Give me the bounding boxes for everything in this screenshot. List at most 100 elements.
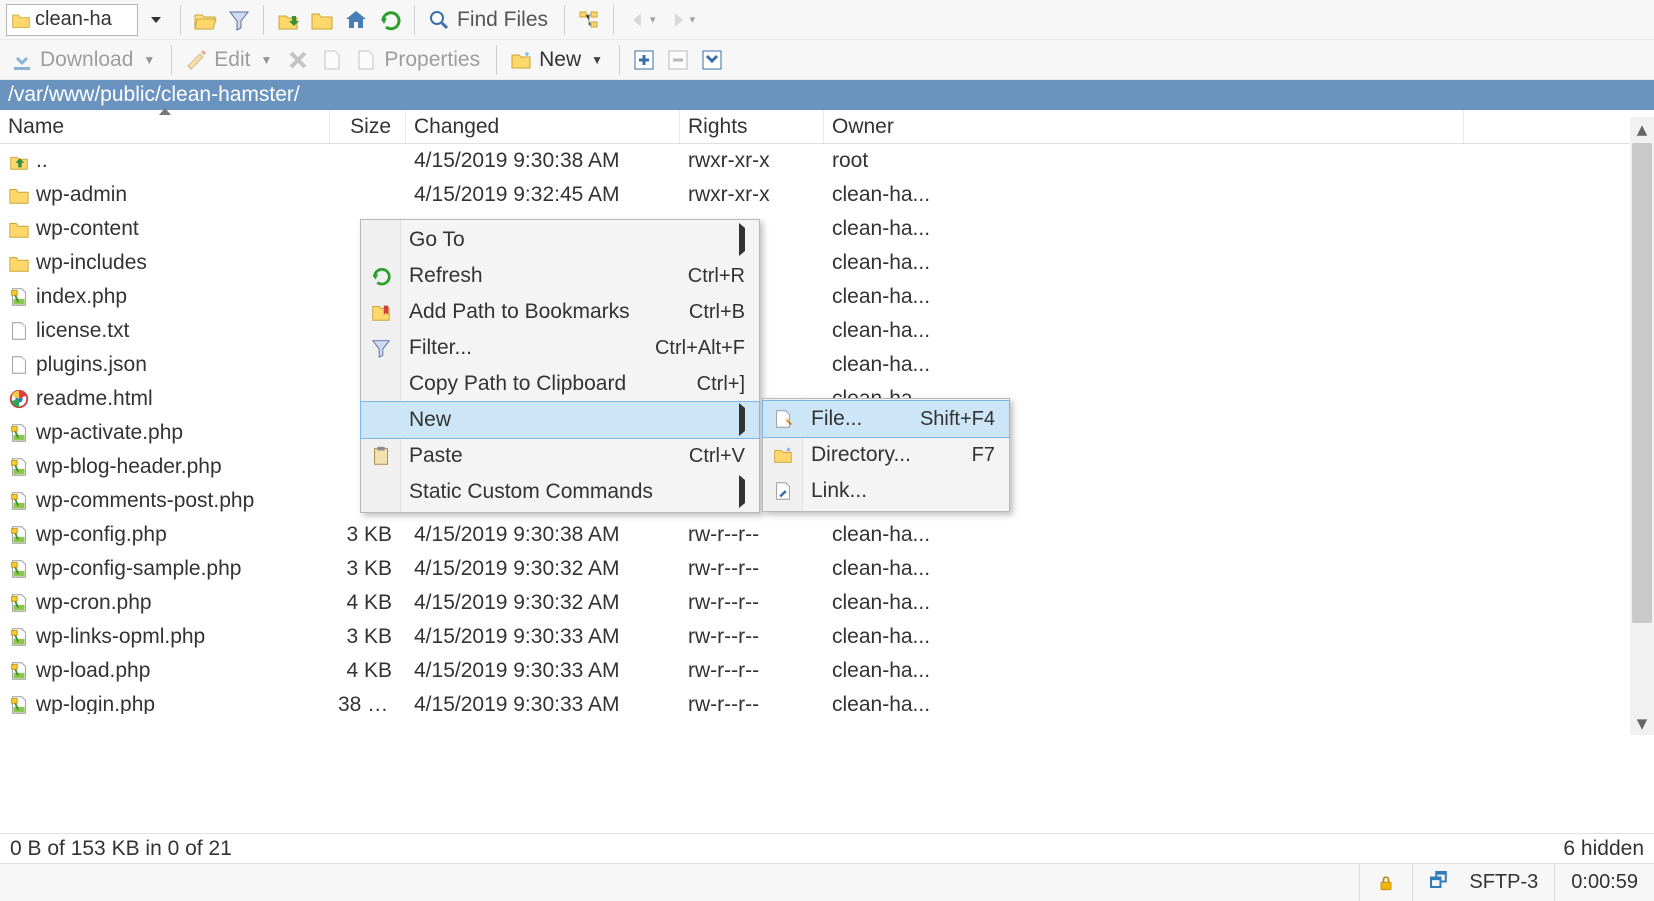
table-row[interactable]: wp-login.php38 KB4/15/2019 9:30:33 AMrw-… [0, 688, 1654, 714]
file-type-icon [8, 660, 30, 682]
hidden-status: 6 hidden [1563, 837, 1644, 861]
file-type-icon [8, 354, 30, 376]
col-size[interactable]: Size [330, 110, 406, 143]
file-owner: clean-ha... [824, 183, 1464, 207]
file-type-icon [8, 456, 30, 478]
table-row[interactable]: wp-admin4/15/2019 9:32:45 AMrwxr-xr-xcle… [0, 178, 1654, 212]
sync-browse-button[interactable] [573, 4, 605, 36]
properties-icon [354, 48, 378, 72]
file-rights: rw-r--r-- [680, 523, 824, 547]
rename-button[interactable] [316, 44, 348, 76]
col-rights[interactable]: Rights [680, 110, 824, 143]
home-icon [344, 8, 368, 32]
menu-item-filter[interactable]: Filter...Ctrl+Alt+F [361, 330, 759, 366]
scroll-up-icon[interactable]: ▴ [1630, 117, 1654, 141]
file-rights: rw-r--r-- [680, 625, 824, 649]
col-owner[interactable]: Owner [824, 110, 1464, 143]
properties-button[interactable]: Properties [350, 44, 488, 76]
menu-item-refresh[interactable]: RefreshCtrl+R [361, 258, 759, 294]
col-changed[interactable]: Changed [406, 110, 680, 143]
table-row[interactable]: plugins.jsonclean-ha... [0, 348, 1654, 382]
menu-item-link[interactable]: Link... [763, 473, 1009, 509]
file-owner: clean-ha... [824, 217, 1464, 241]
scroll-down-icon[interactable]: ▾ [1630, 711, 1654, 735]
menu-item-file[interactable]: File...Shift+F4 [763, 401, 1009, 437]
root-dir-button[interactable] [306, 4, 338, 36]
filter-button[interactable] [223, 4, 255, 36]
table-row[interactable]: wp-links-opml.php3 KB4/15/2019 9:30:33 A… [0, 620, 1654, 654]
menu-item-add-path-to-bookmarks[interactable]: Add Path to BookmarksCtrl+B [361, 294, 759, 330]
refresh-button[interactable] [374, 4, 406, 36]
table-row[interactable]: wp-config.php3 KB4/15/2019 9:30:38 AMrw-… [0, 518, 1654, 552]
menu-item-go-to[interactable]: Go To [361, 222, 759, 258]
parent-dir-button[interactable] [272, 4, 304, 36]
filter-icon [370, 337, 392, 359]
nav-forward-button[interactable]: ▾ [662, 4, 700, 36]
table-row[interactable]: wp-load.php4 KB4/15/2019 9:30:33 AMrw-r-… [0, 654, 1654, 688]
menu-item-paste[interactable]: PasteCtrl+V [361, 438, 759, 474]
file-type-icon [8, 694, 30, 714]
table-row[interactable]: wp-cron.php4 KB4/15/2019 9:30:32 AMrw-r-… [0, 586, 1654, 620]
home-button[interactable] [340, 4, 372, 36]
table-row[interactable]: wp-content clean-ha... [0, 212, 1654, 246]
context-submenu-new: File...Shift+F4Directory...F7Link... [762, 398, 1010, 512]
path-text: /var/www/public/clean-hamster/ [8, 83, 300, 107]
open-folder-button[interactable] [189, 4, 221, 36]
menu-label: File... [811, 407, 862, 431]
file-owner: clean-ha... [824, 591, 1464, 615]
folder-combo-dropdown[interactable] [140, 4, 172, 36]
delete-button[interactable] [282, 44, 314, 76]
file-owner: clean-ha... [824, 693, 1464, 714]
folder-combo-label: clean-ha [35, 8, 112, 31]
vertical-scrollbar[interactable]: ▴ ▾ [1630, 117, 1654, 735]
menu-item-copy-path-to-clipboard[interactable]: Copy Path to ClipboardCtrl+] [361, 366, 759, 402]
file-rights: rw-r--r-- [680, 591, 824, 615]
file-changed: 4/15/2019 9:30:32 AM [406, 591, 680, 615]
minus-icon [666, 48, 690, 72]
table-row[interactable]: ..4/15/2019 9:30:38 AMrwxr-xr-xroot [0, 144, 1654, 178]
new-button[interactable]: New▼ [505, 44, 611, 76]
col-name[interactable]: Name [0, 110, 330, 143]
folder-combo[interactable]: clean-ha [6, 4, 138, 36]
menu-item-static-custom-commands[interactable]: Static Custom Commands [361, 474, 759, 510]
chevron-right-icon [739, 403, 745, 436]
table-row[interactable]: license.txt20clean-ha... [0, 314, 1654, 348]
file-name: wp-includes [36, 251, 147, 275]
connection-status-bar: 🗗 SFTP-3 0:00:59 [0, 863, 1654, 901]
find-files-button[interactable]: Find Files [423, 4, 556, 36]
table-row[interactable]: wp-config-sample.php3 KB4/15/2019 9:30:3… [0, 552, 1654, 586]
invert-select-button[interactable] [696, 44, 728, 76]
file-type-icon [8, 252, 30, 274]
file-name: wp-content [36, 217, 139, 241]
arrow-left-icon [626, 8, 650, 32]
selection-status: 0 B of 153 KB in 0 of 21 [10, 837, 232, 861]
select-all-button[interactable] [628, 44, 660, 76]
menu-item-new[interactable]: New [361, 402, 759, 438]
menu-label: Refresh [409, 264, 483, 288]
path-bar[interactable]: /var/www/public/clean-hamster/ [0, 80, 1654, 110]
plus-icon [632, 48, 656, 72]
edit-button[interactable]: Edit ▼ [180, 44, 280, 76]
menu-shortcut: Ctrl+] [657, 373, 745, 396]
file-type-icon [8, 422, 30, 444]
scroll-thumb[interactable] [1632, 143, 1652, 623]
nav-back-button[interactable]: ▾ [622, 4, 660, 36]
file-changed: 4/15/2019 9:30:33 AM [406, 625, 680, 649]
toolbar-secondary: Download ▼ Edit ▼ Properties New▼ [0, 40, 1654, 80]
table-row[interactable]: index.phpclean-ha... [0, 280, 1654, 314]
file-size: 3 KB [330, 523, 406, 547]
table-row[interactable]: wp-includesclean-ha... [0, 246, 1654, 280]
refresh-icon [370, 265, 392, 287]
newfile-icon [772, 408, 794, 430]
arrow-right-icon [666, 8, 690, 32]
column-headers: Name Size Changed Rights Owner [0, 110, 1654, 144]
chevron-right-icon [739, 475, 745, 508]
file-type-icon [8, 218, 30, 240]
file-size: 4 KB [330, 659, 406, 683]
file-type-icon [8, 286, 30, 308]
unselect-all-button[interactable] [662, 44, 694, 76]
download-button[interactable]: Download ▼ [6, 44, 163, 76]
menu-item-directory[interactable]: Directory...F7 [763, 437, 1009, 473]
file-size: 4 KB [330, 591, 406, 615]
encryption-indicator[interactable] [1359, 864, 1412, 901]
